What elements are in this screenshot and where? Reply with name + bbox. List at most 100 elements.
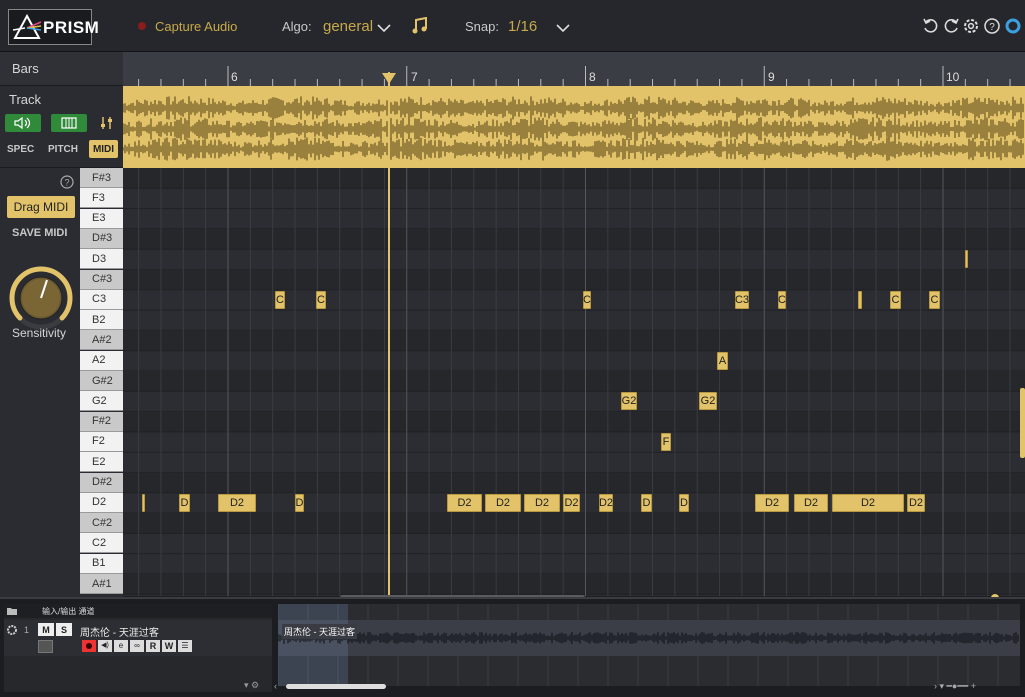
- midi-note[interactable]: D: [179, 493, 190, 512]
- redo-icon[interactable]: [942, 17, 960, 35]
- bar-ruler[interactable]: 6 7 8 9 10: [123, 52, 1025, 86]
- piano-key[interactable]: E2: [80, 452, 123, 473]
- midi-note[interactable]: C: [890, 290, 901, 309]
- capture-audio-button[interactable]: Capture Audio: [155, 19, 237, 34]
- edit-button[interactable]: e: [114, 640, 128, 652]
- midi-note[interactable]: D2: [563, 493, 580, 512]
- fx-button[interactable]: ☰: [178, 640, 192, 652]
- midi-note[interactable]: [858, 290, 862, 309]
- help-icon[interactable]: ?: [983, 17, 1001, 35]
- read-automation-button[interactable]: R: [146, 640, 160, 652]
- daw-horizontal-scrollbar[interactable]: [286, 684, 386, 689]
- undo-icon[interactable]: [922, 17, 940, 35]
- midi-note[interactable]: [965, 250, 968, 269]
- drag-midi-button[interactable]: Drag MIDI: [7, 196, 75, 218]
- midi-note[interactable]: D: [679, 493, 689, 512]
- track-waveform[interactable]: [122, 86, 1025, 168]
- waveform-lane: [122, 117, 1024, 141]
- track-color-swatch[interactable]: [38, 640, 53, 653]
- logo-text: PRISM: [43, 18, 100, 37]
- daw-zoom-controls[interactable]: › ▾ ━●━━ +: [934, 681, 976, 692]
- solo-button[interactable]: S: [56, 623, 72, 636]
- status-ring-icon[interactable]: [1004, 17, 1022, 35]
- settings-gear-icon[interactable]: [962, 17, 980, 35]
- playhead-marker-icon[interactable]: [381, 72, 397, 86]
- piano-roll-grid[interactable]: C C C C3 C C C A G2 G2 F D D2 D D2 D2 D2 D2 D2 D D D2 D2 D2 D2: [123, 168, 1025, 596]
- snap-chevron-down-icon[interactable]: [556, 24, 570, 32]
- piano-key[interactable]: A2: [80, 350, 123, 371]
- piano-toggle-button[interactable]: [51, 114, 87, 132]
- chevron-down-icon[interactable]: [377, 24, 391, 32]
- piano-key[interactable]: D#2: [80, 472, 123, 493]
- piano-key[interactable]: F#2: [80, 411, 123, 432]
- midi-note[interactable]: [142, 493, 145, 512]
- sensitivity-knob[interactable]: [9, 266, 73, 330]
- piano-key[interactable]: B2: [80, 310, 123, 331]
- monitor-button[interactable]: ◀): [98, 640, 112, 652]
- piano-key[interactable]: C2: [80, 533, 123, 554]
- save-midi-button[interactable]: SAVE MIDI: [12, 227, 67, 239]
- piano-key[interactable]: A#1: [80, 574, 123, 594]
- midi-note[interactable]: D2: [524, 493, 560, 512]
- write-automation-button[interactable]: W: [162, 640, 176, 652]
- midi-note[interactable]: D2: [599, 493, 613, 512]
- clip-name[interactable]: 周杰伦 - 天涯过客: [282, 624, 357, 639]
- piano-key[interactable]: D#3: [80, 228, 123, 249]
- midi-note[interactable]: D2: [794, 493, 828, 512]
- piano-key[interactable]: F2: [80, 431, 123, 452]
- piano-key[interactable]: D3: [80, 249, 123, 270]
- piano-key[interactable]: C#2: [80, 513, 123, 534]
- piano-key[interactable]: F#3: [80, 168, 123, 188]
- record-arm-button[interactable]: [82, 640, 96, 652]
- midi-note[interactable]: C: [929, 290, 940, 309]
- piano-key[interactable]: G#2: [80, 371, 123, 391]
- music-note-icon[interactable]: [412, 17, 428, 35]
- piano-key[interactable]: D2: [80, 492, 123, 513]
- midi-note[interactable]: D2: [832, 493, 904, 512]
- midi-note[interactable]: D: [295, 493, 304, 512]
- midi-note[interactable]: D2: [907, 493, 925, 512]
- spec-button[interactable]: SPEC: [7, 144, 34, 155]
- midi-note[interactable]: C3: [735, 290, 749, 309]
- midi-note[interactable]: D2: [485, 493, 521, 512]
- pitch-button[interactable]: PITCH: [48, 144, 78, 155]
- track-row: Track SPEC PITCH MIDI: [0, 86, 123, 168]
- midi-note[interactable]: D2: [218, 493, 256, 512]
- scroll-left-icon[interactable]: ‹: [274, 681, 277, 691]
- piano-key[interactable]: A#2: [80, 330, 123, 351]
- midi-note[interactable]: C: [316, 290, 326, 309]
- midi-button[interactable]: MIDI: [89, 140, 118, 158]
- piano-key[interactable]: G2: [80, 391, 123, 412]
- vertical-scrollbar[interactable]: [1020, 388, 1025, 458]
- piano-key[interactable]: C3: [80, 289, 123, 310]
- arr-selection: [278, 604, 348, 686]
- midi-note[interactable]: F: [661, 432, 671, 451]
- midi-note[interactable]: D2: [447, 493, 482, 512]
- daw-arrangement[interactable]: 周杰伦 - 天涯过客: [277, 604, 1020, 686]
- midi-note[interactable]: D: [641, 493, 652, 512]
- track-list-menu-icon[interactable]: ▾ ⚙: [244, 680, 259, 691]
- folder-icon[interactable]: [6, 606, 18, 616]
- midi-note[interactable]: C: [275, 290, 285, 309]
- help-glyph: ?: [64, 178, 69, 188]
- algo-select[interactable]: general: [323, 18, 373, 35]
- midi-note[interactable]: C: [583, 290, 591, 309]
- midi-note[interactable]: G2: [621, 392, 637, 411]
- midi-note[interactable]: A: [717, 351, 728, 370]
- io-channel-label: 输入/输出 通道: [42, 607, 95, 616]
- snap-select[interactable]: 1/16: [508, 18, 537, 35]
- daw-track-name[interactable]: 周杰伦 - 天涯过客: [80, 624, 159, 639]
- midi-note[interactable]: C: [778, 290, 786, 309]
- mixer-sliders-icon[interactable]: [99, 115, 115, 131]
- track-gear-icon[interactable]: [6, 624, 18, 636]
- piano-key[interactable]: F3: [80, 188, 123, 209]
- piano-key[interactable]: C#3: [80, 269, 123, 290]
- audio-toggle-button[interactable]: [5, 114, 41, 132]
- piano-key[interactable]: E3: [80, 208, 123, 229]
- piano-key[interactable]: B1: [80, 553, 123, 574]
- midi-note[interactable]: G2: [699, 392, 717, 411]
- help-circle-icon[interactable]: ?: [60, 175, 74, 189]
- link-button[interactable]: ∞: [130, 640, 144, 652]
- mute-button[interactable]: M: [38, 623, 54, 636]
- midi-note[interactable]: D2: [755, 493, 789, 512]
